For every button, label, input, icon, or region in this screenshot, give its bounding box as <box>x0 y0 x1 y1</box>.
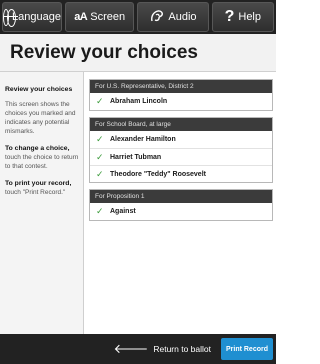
checkmark-icon: ✓ <box>96 168 104 179</box>
audio-icon <box>149 9 165 26</box>
text-size-icon: aA <box>74 11 88 23</box>
return-to-ballot-button[interactable]: 🡐 Return to ballot <box>109 338 215 360</box>
contest-choice[interactable]: ✓ Theodore "Teddy" Roosevelt <box>90 165 272 182</box>
language-button[interactable]: Language <box>2 2 62 32</box>
language-label: Language <box>12 11 61 23</box>
contest-header: For U.S. Representative, District 2 <box>90 80 272 93</box>
contest-choice[interactable]: ✓ Harriet Tubman <box>90 148 272 165</box>
title-bar: Review your choices <box>0 34 276 72</box>
screen-label: Screen <box>90 11 126 23</box>
screen-button[interactable]: aA Screen <box>65 2 135 32</box>
print-text: touch "Print Record." <box>5 189 66 196</box>
globe-icon <box>3 8 19 27</box>
return-label: Return to ballot <box>153 344 211 354</box>
question-mark-icon: ? <box>224 8 235 25</box>
contest-us-representative: For U.S. Representative, District 2 ✓ Ab… <box>89 79 273 111</box>
checkmark-icon: ✓ <box>96 96 104 106</box>
print-record-button[interactable]: Print Record <box>221 338 273 360</box>
sidebar-print-instruction: To print your record, touch "Print Recor… <box>5 179 79 197</box>
choice-label: Harriet Tubman <box>110 153 162 161</box>
help-button[interactable]: ? Help <box>211 2 274 32</box>
print-heading: To print your record, <box>5 180 72 187</box>
arrow-left-icon: 🡐 <box>113 341 149 356</box>
choice-label: Alexander Hamilton <box>110 136 176 143</box>
contest-choice[interactable]: ✓ Against <box>90 203 272 220</box>
contest-choice[interactable]: ✓ Abraham Lincoln <box>90 93 272 110</box>
choice-label: Theodore "Teddy" Roosevelt <box>110 170 206 178</box>
change-text: touch the choice to return to that conte… <box>5 154 79 170</box>
instructions-sidebar: Review your choices This screen shows th… <box>0 72 84 334</box>
sidebar-description: This screen shows the choices you marked… <box>5 101 76 135</box>
page-title: Review your choices <box>10 41 198 63</box>
help-label: Help <box>238 11 261 23</box>
contest-header: For School Board, at large <box>90 118 272 131</box>
change-heading: To change a choice, <box>5 145 70 152</box>
sidebar-change-instruction: To change a choice, touch the choice to … <box>5 144 79 171</box>
contest-header: For Proposition 1 <box>90 190 272 203</box>
choice-label: Against <box>110 208 136 215</box>
checkmark-icon: ✓ <box>96 151 104 162</box>
sidebar-heading: Review your choices <box>5 86 73 93</box>
contest-school-board: For School Board, at large ✓ Alexander H… <box>89 117 273 183</box>
audio-label: Audio <box>168 11 197 23</box>
contest-proposition-1: For Proposition 1 ✓ Against <box>89 189 273 221</box>
review-list: For U.S. Representative, District 2 ✓ Ab… <box>84 72 276 334</box>
choice-label: Abraham Lincoln <box>110 98 168 105</box>
checkmark-icon: ✓ <box>96 134 104 144</box>
bottom-bar: 🡐 Return to ballot Print Record <box>0 334 276 364</box>
contest-choice[interactable]: ✓ Alexander Hamilton <box>90 131 272 148</box>
top-toolbar: Language aA Screen Audio ? Help <box>0 0 276 34</box>
audio-button[interactable]: Audio <box>137 2 209 32</box>
checkmark-icon: ✓ <box>96 206 104 216</box>
